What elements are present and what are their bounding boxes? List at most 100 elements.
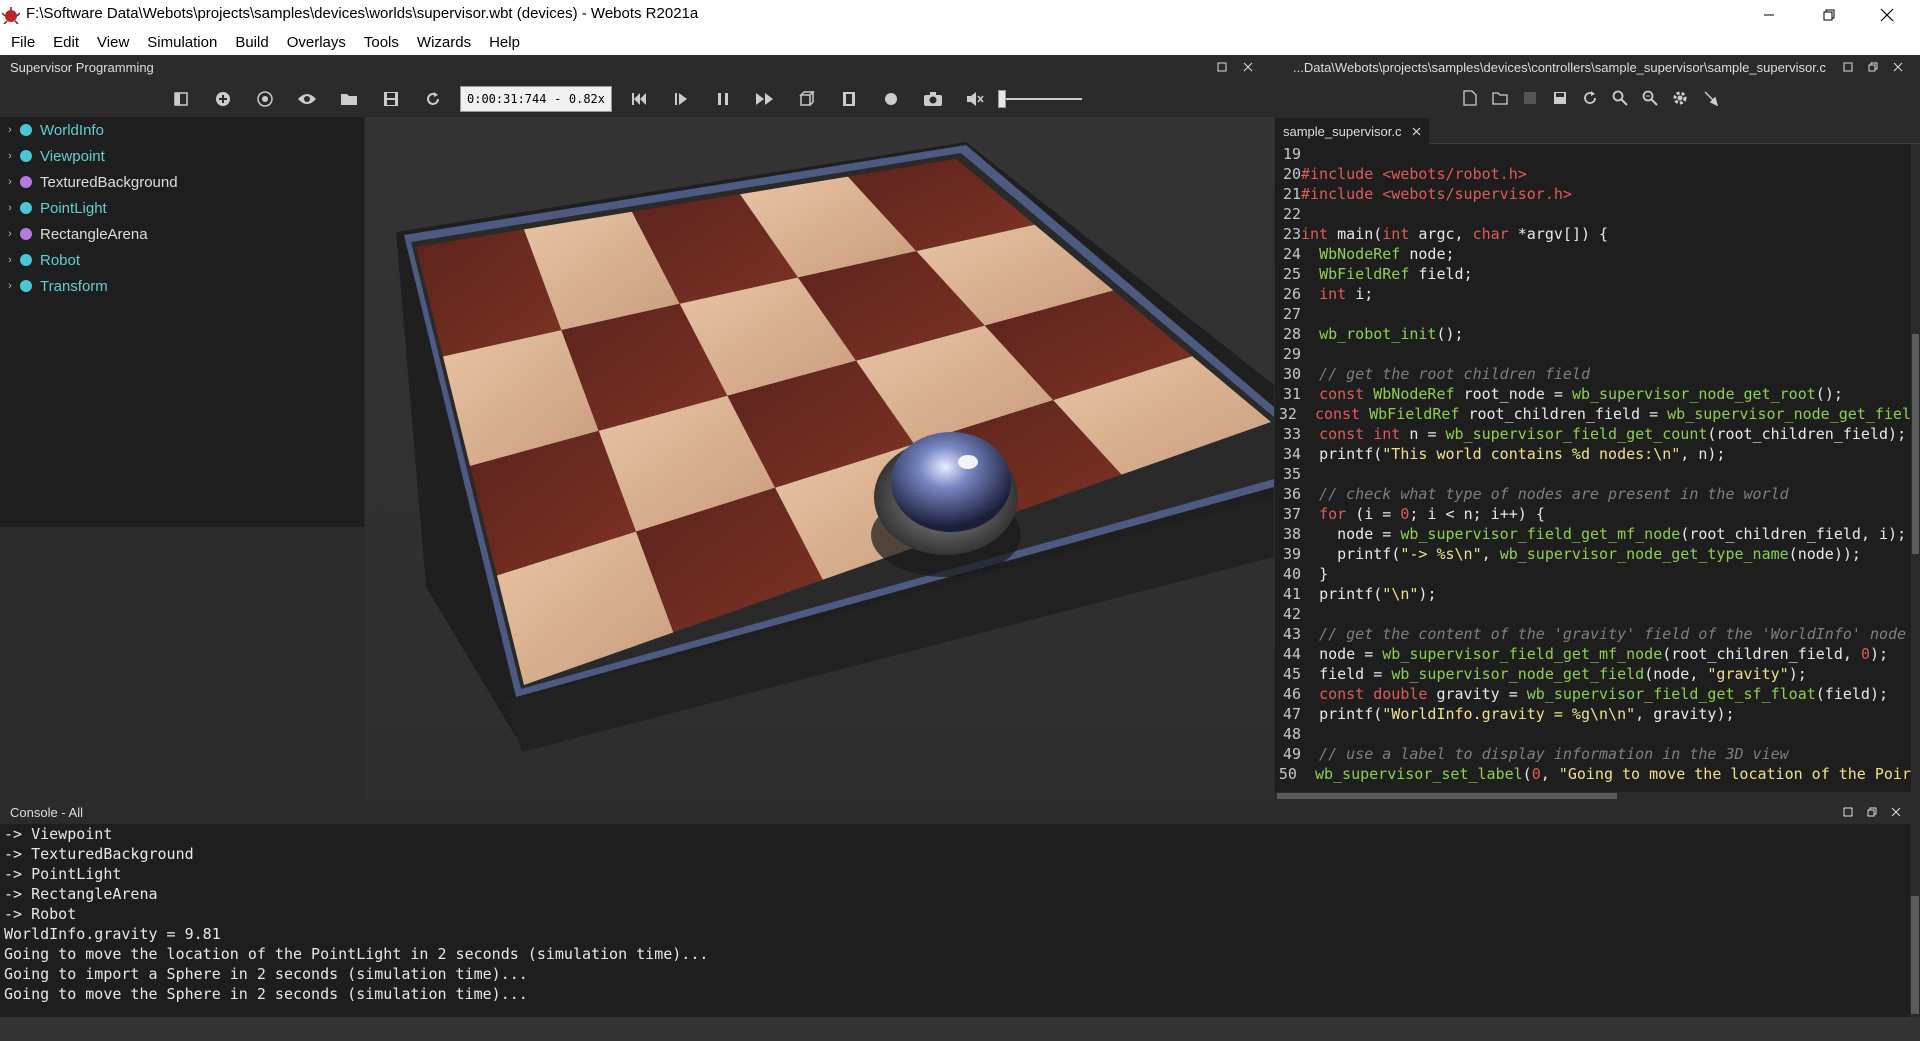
- menu-build[interactable]: Build: [226, 34, 277, 51]
- mute-button[interactable]: [954, 84, 996, 114]
- console-minimize-button[interactable]: [1840, 804, 1856, 820]
- console-undock-button[interactable]: [1864, 804, 1880, 820]
- editor-minimize-button[interactable]: [1840, 59, 1856, 75]
- save-file-button[interactable]: [1515, 83, 1545, 113]
- code-editor[interactable]: 19 20 #include <webots/robot.h> 21 #include …: [1275, 144, 1911, 792]
- restore-button[interactable]: [1800, 0, 1858, 30]
- menu-help[interactable]: Help: [480, 34, 529, 51]
- code-line[interactable]: 47 printf("WorldInfo.gravity = %g\n\n", …: [1275, 704, 1911, 724]
- tree-node-rectanglearena[interactable]: › RectangleArena: [0, 221, 364, 247]
- code-line[interactable]: 38 node = wb_supervisor_field_get_mf_nod…: [1275, 524, 1911, 544]
- menu-wizards[interactable]: Wizards: [408, 34, 480, 51]
- pause-button[interactable]: [702, 84, 744, 114]
- view-button[interactable]: [286, 84, 328, 114]
- record-animation-button[interactable]: [870, 84, 912, 114]
- dock-float-button[interactable]: [1214, 59, 1230, 75]
- code-line[interactable]: 37 for (i = 0; i < n; i++) {: [1275, 504, 1911, 524]
- build-button[interactable]: [1665, 83, 1695, 113]
- follow-object-button[interactable]: [244, 84, 286, 114]
- chevron-right-icon[interactable]: ›: [0, 176, 20, 188]
- code-line[interactable]: 29: [1275, 344, 1911, 364]
- minimize-button[interactable]: [1740, 0, 1798, 30]
- clean-button[interactable]: [1695, 83, 1725, 113]
- code-line[interactable]: 48: [1275, 724, 1911, 744]
- code-line[interactable]: 27: [1275, 304, 1911, 324]
- close-icon[interactable]: [1412, 127, 1421, 136]
- tree-node-pointlight[interactable]: › PointLight: [0, 195, 364, 221]
- menu-view[interactable]: View: [88, 34, 138, 51]
- editor-horizontal-scrollbar[interactable]: [1277, 792, 1911, 800]
- code-line[interactable]: 25 WbFieldRef field;: [1275, 264, 1911, 284]
- menu-file[interactable]: File: [2, 34, 44, 51]
- menu-tools[interactable]: Tools: [355, 34, 408, 51]
- editor-vertical-scrollbar[interactable]: [1911, 144, 1920, 792]
- code-line[interactable]: 49 // use a label to display information…: [1275, 744, 1911, 764]
- code-line[interactable]: 22: [1275, 204, 1911, 224]
- chevron-right-icon[interactable]: ›: [0, 228, 20, 240]
- tree-node-worldinfo[interactable]: › WorldInfo: [0, 117, 364, 143]
- tree-node-viewpoint[interactable]: › Viewpoint: [0, 143, 364, 169]
- code-line[interactable]: 31 const WbNodeRef root_node = wb_superv…: [1275, 384, 1911, 404]
- menu-overlays[interactable]: Overlays: [278, 34, 355, 51]
- code-line[interactable]: 30 // get the root children field: [1275, 364, 1911, 384]
- replace-button[interactable]: [1635, 83, 1665, 113]
- tree-node-transform[interactable]: › Transform: [0, 273, 364, 299]
- chevron-right-icon[interactable]: ›: [0, 254, 20, 266]
- code-line[interactable]: 46 const double gravity = wb_supervisor_…: [1275, 684, 1911, 704]
- rendering-toggle-button[interactable]: [786, 84, 828, 114]
- editor-close-button[interactable]: [1890, 59, 1906, 75]
- code-line[interactable]: 41 printf("\n");: [1275, 584, 1911, 604]
- console-output[interactable]: -> Viewpoint -> TexturedBackground -> Poin…: [0, 824, 1910, 1017]
- code-line[interactable]: 45 field = wb_supervisor_node_get_field(…: [1275, 664, 1911, 684]
- code-line[interactable]: 36 // check what type of nodes are prese…: [1275, 484, 1911, 504]
- scene-tree[interactable]: › WorldInfo › Viewpoint › TexturedBackground ›…: [0, 117, 364, 527]
- code-line[interactable]: 32 const WbFieldRef root_children_field …: [1275, 404, 1911, 424]
- code-line[interactable]: 43 // get the content of the 'gravity' f…: [1275, 624, 1911, 644]
- code-line[interactable]: 42: [1275, 604, 1911, 624]
- open-world-button[interactable]: [328, 84, 370, 114]
- step-button[interactable]: [660, 84, 702, 114]
- dock-close-button[interactable]: [1240, 59, 1256, 75]
- chevron-right-icon[interactable]: ›: [0, 150, 20, 162]
- console-scroll-thumb[interactable]: [1911, 896, 1919, 1014]
- code-line[interactable]: 20 #include <webots/robot.h>: [1275, 164, 1911, 184]
- menu-edit[interactable]: Edit: [44, 34, 88, 51]
- volume-handle[interactable]: [998, 90, 1006, 108]
- revert-file-button[interactable]: [1575, 83, 1605, 113]
- code-line[interactable]: 44 node = wb_supervisor_field_get_mf_nod…: [1275, 644, 1911, 664]
- new-file-button[interactable]: [1455, 83, 1485, 113]
- save-world-button[interactable]: [370, 84, 412, 114]
- chevron-right-icon[interactable]: ›: [0, 202, 20, 214]
- tab-sample-supervisor[interactable]: sample_supervisor.c: [1275, 118, 1429, 144]
- 3d-view[interactable]: [366, 117, 1274, 800]
- code-line[interactable]: 24 WbNodeRef node;: [1275, 244, 1911, 264]
- chevron-right-icon[interactable]: ›: [0, 124, 20, 136]
- code-line[interactable]: 26 int i;: [1275, 284, 1911, 304]
- add-node-button[interactable]: [202, 84, 244, 114]
- code-line[interactable]: 50 wb_supervisor_set_label(0, "Going to …: [1275, 764, 1911, 784]
- menu-simulation[interactable]: Simulation: [138, 34, 226, 51]
- open-file-button[interactable]: [1485, 83, 1515, 113]
- code-line[interactable]: 28 wb_robot_init();: [1275, 324, 1911, 344]
- reload-world-button[interactable]: [412, 84, 454, 114]
- tree-node-texturedbackground[interactable]: › TexturedBackground: [0, 169, 364, 195]
- editor-hscroll-thumb[interactable]: [1277, 793, 1617, 799]
- code-line[interactable]: 21 #include <webots/supervisor.h>: [1275, 184, 1911, 204]
- chevron-right-icon[interactable]: ›: [0, 280, 20, 292]
- code-line[interactable]: 34 printf("This world contains %d nodes:…: [1275, 444, 1911, 464]
- find-button[interactable]: [1605, 83, 1635, 113]
- fast-forward-button[interactable]: [744, 84, 786, 114]
- record-movie-button[interactable]: [828, 84, 870, 114]
- save-all-button[interactable]: [1545, 83, 1575, 113]
- code-line[interactable]: 33 const int n = wb_supervisor_field_get…: [1275, 424, 1911, 444]
- console-close-button[interactable]: [1888, 804, 1904, 820]
- tree-node-robot[interactable]: › Robot: [0, 247, 364, 273]
- code-line[interactable]: 39 printf("-> %s\n", wb_supervisor_node_…: [1275, 544, 1911, 564]
- editor-scroll-thumb[interactable]: [1912, 334, 1919, 554]
- editor-undock-button[interactable]: [1865, 59, 1881, 75]
- code-line[interactable]: 35: [1275, 464, 1911, 484]
- code-line[interactable]: 23 int main(int argc, char *argv[]) {: [1275, 224, 1911, 244]
- code-line[interactable]: 40 }: [1275, 564, 1911, 584]
- screenshot-button[interactable]: [912, 84, 954, 114]
- reset-simulation-button[interactable]: [618, 84, 660, 114]
